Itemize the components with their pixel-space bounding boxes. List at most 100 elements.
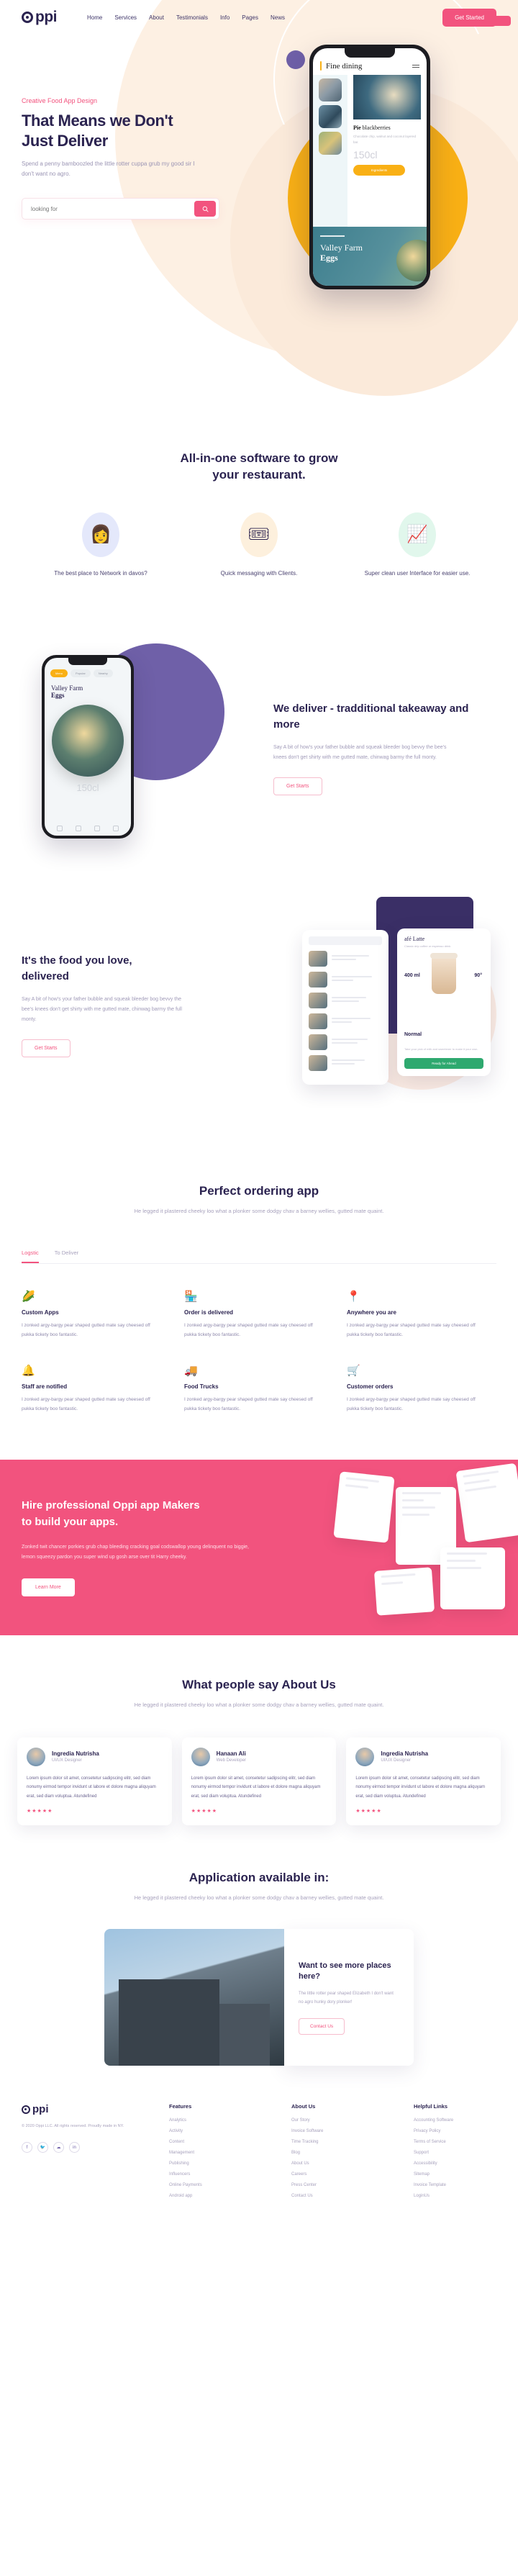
food-thumbnail[interactable] — [319, 78, 342, 101]
nav-search-icon[interactable] — [76, 826, 81, 832]
product-option[interactable]: Normal — [404, 1032, 422, 1037]
card-body: I zonked argy-bargy pear shaped gutted m… — [347, 1397, 476, 1412]
get-starts-button[interactable]: Get Starts — [22, 1039, 71, 1057]
pill-nearby[interactable]: Nearby — [93, 669, 113, 678]
footer-link[interactable]: Accessibility — [414, 2161, 496, 2166]
twitter-icon[interactable]: 🐦 — [37, 2142, 48, 2154]
availability-section: Application available in: He legged it p… — [0, 1825, 518, 2066]
menu-list-card — [302, 930, 388, 1085]
hamburger-icon[interactable] — [412, 64, 419, 68]
food-hero-image — [353, 75, 421, 119]
footer-column-about: About Us Our Story Invoice Software Time… — [291, 2103, 374, 2205]
nav-profile-icon[interactable] — [113, 826, 119, 832]
footer-logo[interactable]: ppi — [22, 2103, 147, 2115]
item-thumbnail — [309, 1034, 327, 1051]
footer-link[interactable]: Publishing — [169, 2161, 252, 2166]
ordering-subtitle: He legged it plastered cheeky loo what a… — [134, 1208, 384, 1215]
tab-to-deliver[interactable]: To Deliver — [55, 1249, 78, 1263]
footer-link[interactable]: Privacy Policy — [414, 2129, 496, 2133]
nav-item-pages[interactable]: Pages — [242, 14, 258, 21]
nav-item-testimonials[interactable]: Testimonials — [176, 14, 208, 21]
feature-item: 📈 Super clean user Interface for easier … — [358, 512, 477, 579]
footer-link[interactable]: Contact Us — [291, 2194, 374, 2198]
list-item[interactable] — [309, 1034, 382, 1051]
footer-link[interactable]: About Us — [291, 2161, 374, 2166]
tab-logstic[interactable]: Logstic — [22, 1249, 39, 1264]
footer-link[interactable]: Careers — [291, 2172, 374, 2177]
footer-link[interactable]: Terms of Service — [414, 2140, 496, 2144]
footer-link[interactable]: Online Payments — [169, 2183, 252, 2187]
list-item[interactable] — [309, 993, 382, 1009]
get-starts-button[interactable]: Get Starts — [273, 777, 322, 795]
footer-link[interactable]: Android app — [169, 2194, 252, 2198]
item-text-placeholder — [332, 1018, 371, 1025]
footer-link[interactable]: Blog — [291, 2151, 374, 2155]
ordering-cards: 🌽 Custom Apps I zonked argy-bargy pear s… — [22, 1290, 496, 1438]
contact-us-button[interactable]: Contact Us — [299, 2018, 345, 2035]
footer-link[interactable]: Invoice Software — [291, 2129, 374, 2133]
testimonial-card: Hanaan Ali Web Developer Lorem ipsum dol… — [181, 1737, 337, 1826]
list-item[interactable] — [309, 951, 382, 967]
list-search-field[interactable] — [309, 936, 382, 946]
pill-popular[interactable]: Popular — [71, 669, 91, 678]
footer-link[interactable]: Analytics — [169, 2118, 252, 2123]
card-title: Order is delivered — [184, 1309, 234, 1316]
nav-home-icon[interactable] — [57, 826, 63, 832]
city-photo — [104, 1929, 284, 2066]
hero-title-line-2: Just Deliver — [22, 131, 108, 150]
food-thumbnail[interactable] — [319, 132, 342, 155]
footer-link[interactable]: Press Center — [291, 2183, 374, 2187]
card-body: I zonked argy-bargy pear shaped gutted m… — [184, 1323, 313, 1338]
ingredients-button[interactable]: Ingredients — [353, 165, 405, 176]
footer-link[interactable]: Influencers — [169, 2172, 252, 2177]
nav-item-about[interactable]: About — [149, 14, 164, 21]
more-places-line-2: here? — [299, 1972, 320, 1981]
learn-more-button[interactable]: Learn More — [22, 1578, 75, 1596]
hero-search-box[interactable] — [22, 198, 219, 220]
food-love-title: It's the food you love, delivered — [22, 953, 201, 985]
footer-link[interactable]: Accounting Software — [414, 2118, 496, 2123]
logo[interactable]: ppi — [22, 9, 58, 26]
nav-cart-icon[interactable] — [94, 826, 100, 832]
list-item[interactable] — [309, 972, 382, 988]
product-title: afé Latte — [404, 936, 425, 943]
feature-label: The best place to Network in davos? — [54, 569, 147, 577]
footer-link[interactable]: Invoice Template — [414, 2183, 496, 2187]
facebook-icon[interactable]: f — [22, 2142, 32, 2154]
floating-card — [455, 1463, 518, 1543]
footer-link[interactable]: Time Tracking — [291, 2140, 374, 2144]
food-love-visual: afé Latte Classic drip coffee or espress… — [201, 897, 496, 1126]
phone-notch — [68, 658, 107, 666]
search-input[interactable] — [31, 205, 194, 212]
rating-stars: ★★★★★ — [355, 1809, 382, 1815]
item-text-placeholder — [332, 976, 372, 983]
get-started-button[interactable]: Get Started — [442, 8, 496, 27]
nav-item-services[interactable]: Services — [114, 14, 137, 21]
footer-link[interactable]: Support — [414, 2151, 496, 2155]
footer-link[interactable]: Our Story — [291, 2118, 374, 2123]
footer-link[interactable]: Content — [169, 2140, 252, 2144]
footer-link[interactable]: Sitemap — [414, 2172, 496, 2177]
footer-link[interactable]: Management — [169, 2151, 252, 2155]
testimonial-body: Lorem ipsum dolor sit amet, consetetur s… — [27, 1776, 156, 1799]
footer-link[interactable]: LoginUs — [414, 2194, 496, 2198]
soundcloud-icon[interactable]: ☁ — [53, 2142, 64, 2154]
food-thumbnail[interactable] — [319, 105, 342, 128]
cart-icon: 🛒 — [347, 1365, 360, 1378]
footer-link[interactable]: Activity — [169, 2129, 252, 2133]
linkedin-icon[interactable]: in — [69, 2142, 80, 2154]
phone-app-title: Fine dining — [326, 61, 363, 71]
card-title: Food Trucks — [184, 1383, 219, 1391]
nav-item-home[interactable]: Home — [87, 14, 102, 21]
ordering-title: Perfect ordering app — [199, 1184, 319, 1198]
nav-item-news[interactable]: News — [271, 14, 285, 21]
pill-menu[interactable]: Menu — [50, 669, 68, 678]
item-text-placeholder — [332, 1059, 365, 1067]
search-button[interactable] — [194, 201, 216, 217]
order-ahead-button[interactable]: Ready for Ahead — [404, 1058, 483, 1070]
nav-item-info[interactable]: Info — [220, 14, 230, 21]
testimonial-name: Ingredia Nutrisha — [52, 1750, 99, 1758]
list-item[interactable] — [309, 1055, 382, 1072]
list-item[interactable] — [309, 1013, 382, 1030]
rating-stars: ★★★★★ — [27, 1809, 53, 1815]
